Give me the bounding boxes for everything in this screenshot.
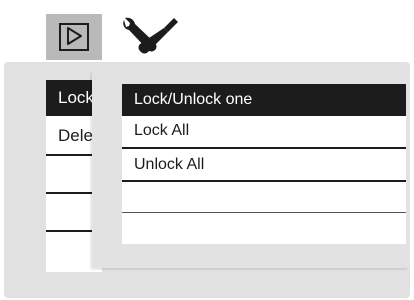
submenu-item-lock-all[interactable]: Lock All xyxy=(122,116,406,146)
submenu-item[interactable] xyxy=(122,182,406,212)
submenu-item-unlock-all[interactable]: Unlock All xyxy=(122,150,406,180)
lock-submenu-list: Lock/Unlock one Lock All Unlock All xyxy=(122,84,406,244)
submenu-item-lock-unlock-one[interactable]: Lock/Unlock one xyxy=(122,84,406,116)
tab-setup[interactable] xyxy=(118,14,180,60)
camera-menu-screen: Lock Delete Lock/Unlock one Lock All Unl… xyxy=(0,0,414,300)
playback-icon xyxy=(59,23,89,51)
tab-playback[interactable] xyxy=(46,14,102,60)
separator xyxy=(122,147,406,149)
wrench-screwdriver-icon xyxy=(123,17,178,54)
separator xyxy=(122,212,406,213)
submenu-item[interactable] xyxy=(122,214,406,244)
